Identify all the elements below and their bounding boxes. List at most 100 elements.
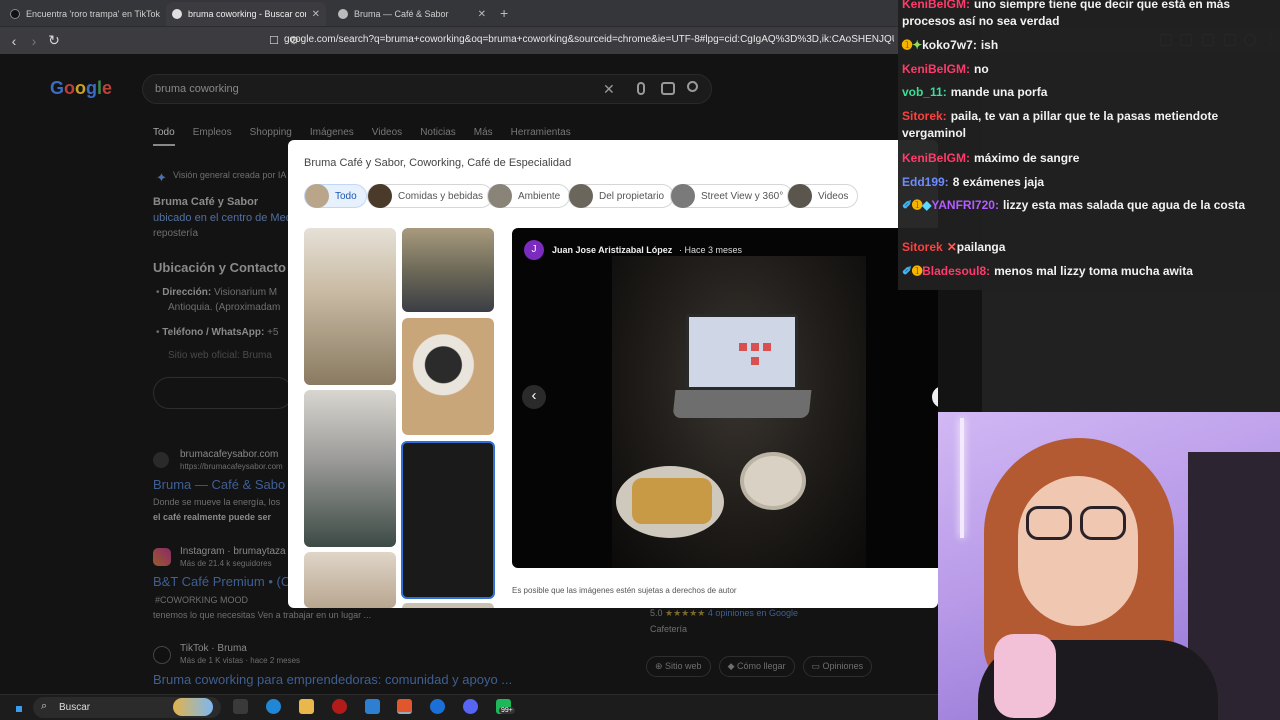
- task-view-icon[interactable]: [233, 699, 248, 714]
- tab-tiktok[interactable]: Encuentra 'roro trampa' en TikTok | B: [4, 2, 162, 26]
- chat-message: ➊✦koko7w7: ish: [902, 38, 999, 52]
- url-input[interactable]: google.com/search?q=bruma+coworking&oq=b…: [284, 34, 894, 45]
- bookmark-icon[interactable]: ☐: [264, 34, 284, 47]
- result-url: https://brumacafeysabor.com: [180, 462, 283, 471]
- tab-bruma[interactable]: Bruma — Café & Sabor ✕: [332, 2, 492, 26]
- main-photo: [612, 256, 866, 568]
- chat-message: Sitorek: paila, te van a pillar que te la…: [902, 109, 1219, 140]
- tab-bar: Encuentra 'roro trampa' en TikTok | B br…: [0, 0, 900, 27]
- photo-thumbnail[interactable]: [304, 228, 396, 385]
- show-more-button[interactable]: [153, 377, 293, 409]
- badge-icon: ➊: [912, 264, 923, 278]
- app-icon[interactable]: [365, 699, 380, 714]
- como-llegar-button[interactable]: ◆ Cómo llegar: [718, 656, 795, 677]
- opiniones-button[interactable]: ▭ Opiniones: [802, 656, 873, 677]
- photo-time: · Hace 3 meses: [679, 245, 743, 255]
- result-title-link[interactable]: B&T Café Premium • (C: [153, 574, 290, 589]
- chat-message: vob_11: mande una porfa: [902, 85, 1048, 99]
- badge-icon: ✐: [902, 198, 913, 212]
- taskbar-search[interactable]: ⌕ Buscar: [33, 697, 221, 718]
- result-desc: el café realmente puede ser: [153, 512, 272, 522]
- screen-detail: [763, 343, 771, 351]
- result-url: Más de 1 K vistas · hace 2 meses: [180, 656, 301, 665]
- chip-comidas[interactable]: Comidas y bebidas: [367, 184, 494, 208]
- tab-shopping[interactable]: Shopping: [250, 127, 292, 146]
- telefono-row: • Teléfono / WhatsApp: +5: [156, 327, 279, 338]
- side-panel: [982, 290, 1280, 412]
- google-icon: [172, 9, 182, 19]
- tab-empleos[interactable]: Empleos: [193, 127, 232, 146]
- microphone: [994, 634, 1056, 718]
- laptop-screen: [686, 314, 798, 390]
- modal-title: Bruma Café y Sabor, Coworking, Café de E…: [304, 157, 572, 169]
- windows-start-icon[interactable]: [10, 700, 22, 712]
- snippet-title: Bruma Café y Sabor: [153, 196, 259, 208]
- cup: [740, 452, 806, 510]
- notification-badge: 99+: [499, 707, 515, 714]
- reload-icon[interactable]: ↻: [44, 32, 64, 49]
- photo-thumbnail[interactable]: [402, 318, 494, 435]
- result-domain: Instagram · brumaytaza: [180, 546, 286, 557]
- discord-icon[interactable]: [463, 699, 478, 714]
- next-photo-button[interactable]: ›: [932, 386, 938, 408]
- forward-icon[interactable]: ›: [24, 33, 44, 49]
- category-label: Cafetería: [650, 624, 688, 634]
- search-input[interactable]: bruma coworking: [155, 83, 239, 95]
- prev-photo-button[interactable]: ‹: [522, 385, 546, 409]
- chip-todo[interactable]: Todo: [304, 184, 367, 208]
- chip-thumbnail: [788, 184, 812, 208]
- badge-icon: ✐: [902, 264, 913, 278]
- chip-street-view[interactable]: Street View y 360°: [670, 184, 794, 208]
- google-logo[interactable]: Google: [50, 78, 112, 99]
- edge-icon[interactable]: [266, 699, 281, 714]
- screen-detail: [751, 357, 759, 365]
- result-url: Más de 21.4 k seguidores: [180, 559, 272, 568]
- file-explorer-icon[interactable]: [299, 699, 314, 714]
- glasses: [1026, 506, 1072, 540]
- clear-icon[interactable]: ✕: [603, 81, 615, 98]
- microphone-icon[interactable]: [637, 82, 645, 95]
- sitio-web-button[interactable]: ⊕ Sitio web: [646, 656, 711, 677]
- search-highlight-icon: [173, 698, 213, 716]
- search-icon[interactable]: [687, 81, 698, 92]
- chat-message: KeniBelGM: no: [902, 62, 989, 76]
- close-tab-icon[interactable]: ✕: [472, 9, 486, 20]
- photo-thumbnail[interactable]: [304, 552, 396, 608]
- photo-thumbnail-selected[interactable]: [401, 441, 495, 599]
- rating-row: 5.0 ★★★★★ 4 opiniones en Google: [650, 608, 798, 618]
- panel-actions: ⊕ Sitio web ◆ Cómo llegar ▭ Opiniones: [646, 656, 873, 677]
- snippet-line: repostería: [153, 228, 199, 239]
- lens-icon[interactable]: [661, 82, 675, 95]
- glasses: [1080, 506, 1126, 540]
- brave-icon[interactable]: [397, 699, 412, 714]
- pastry: [632, 478, 712, 524]
- photo-thumbnail[interactable]: [402, 228, 494, 312]
- face: [1018, 476, 1138, 626]
- photo-viewer: J Juan Jose Aristizabal López · Hace 3 m…: [512, 228, 938, 568]
- photo-thumbnail[interactable]: [402, 603, 494, 608]
- chip-thumbnail: [569, 184, 593, 208]
- search-box[interactable]: bruma coworking ✕: [142, 74, 712, 104]
- author-name[interactable]: Juan Jose Aristizabal López: [552, 245, 672, 255]
- tab-todo[interactable]: Todo: [153, 127, 175, 146]
- close-tab-icon[interactable]: ✕: [306, 9, 320, 20]
- tab-google-search[interactable]: bruma coworking - Buscar con G ✕: [166, 2, 326, 26]
- result-title-link[interactable]: Bruma coworking para emprendedoras: comu…: [153, 672, 512, 687]
- obs-icon[interactable]: [332, 699, 347, 714]
- photo-thumbnail[interactable]: [304, 390, 396, 547]
- chat-message: ✐➊Bladesoul8: menos mal lizzy toma mucha …: [902, 264, 1193, 278]
- new-tab-icon[interactable]: +: [500, 5, 508, 21]
- author-avatar[interactable]: J: [524, 240, 544, 260]
- chip-videos[interactable]: Videos: [787, 184, 859, 208]
- result-title-link[interactable]: Bruma — Café & Sabo: [153, 477, 285, 492]
- badge-icon: ✕: [946, 240, 957, 254]
- app-icon[interactable]: [430, 699, 445, 714]
- screen-detail: [739, 343, 747, 351]
- chip-propietario[interactable]: Del propietario: [568, 184, 675, 208]
- sparkle-icon: ✦: [156, 170, 167, 185]
- back-icon[interactable]: ‹: [4, 33, 24, 49]
- result-desc: Donde se mueve la energía, los: [153, 497, 281, 507]
- chip-ambiente[interactable]: Ambiente: [487, 184, 571, 208]
- copyright-note: Es posible que las imágenes estén sujeta…: [512, 586, 737, 595]
- tiktok-icon: [153, 646, 171, 664]
